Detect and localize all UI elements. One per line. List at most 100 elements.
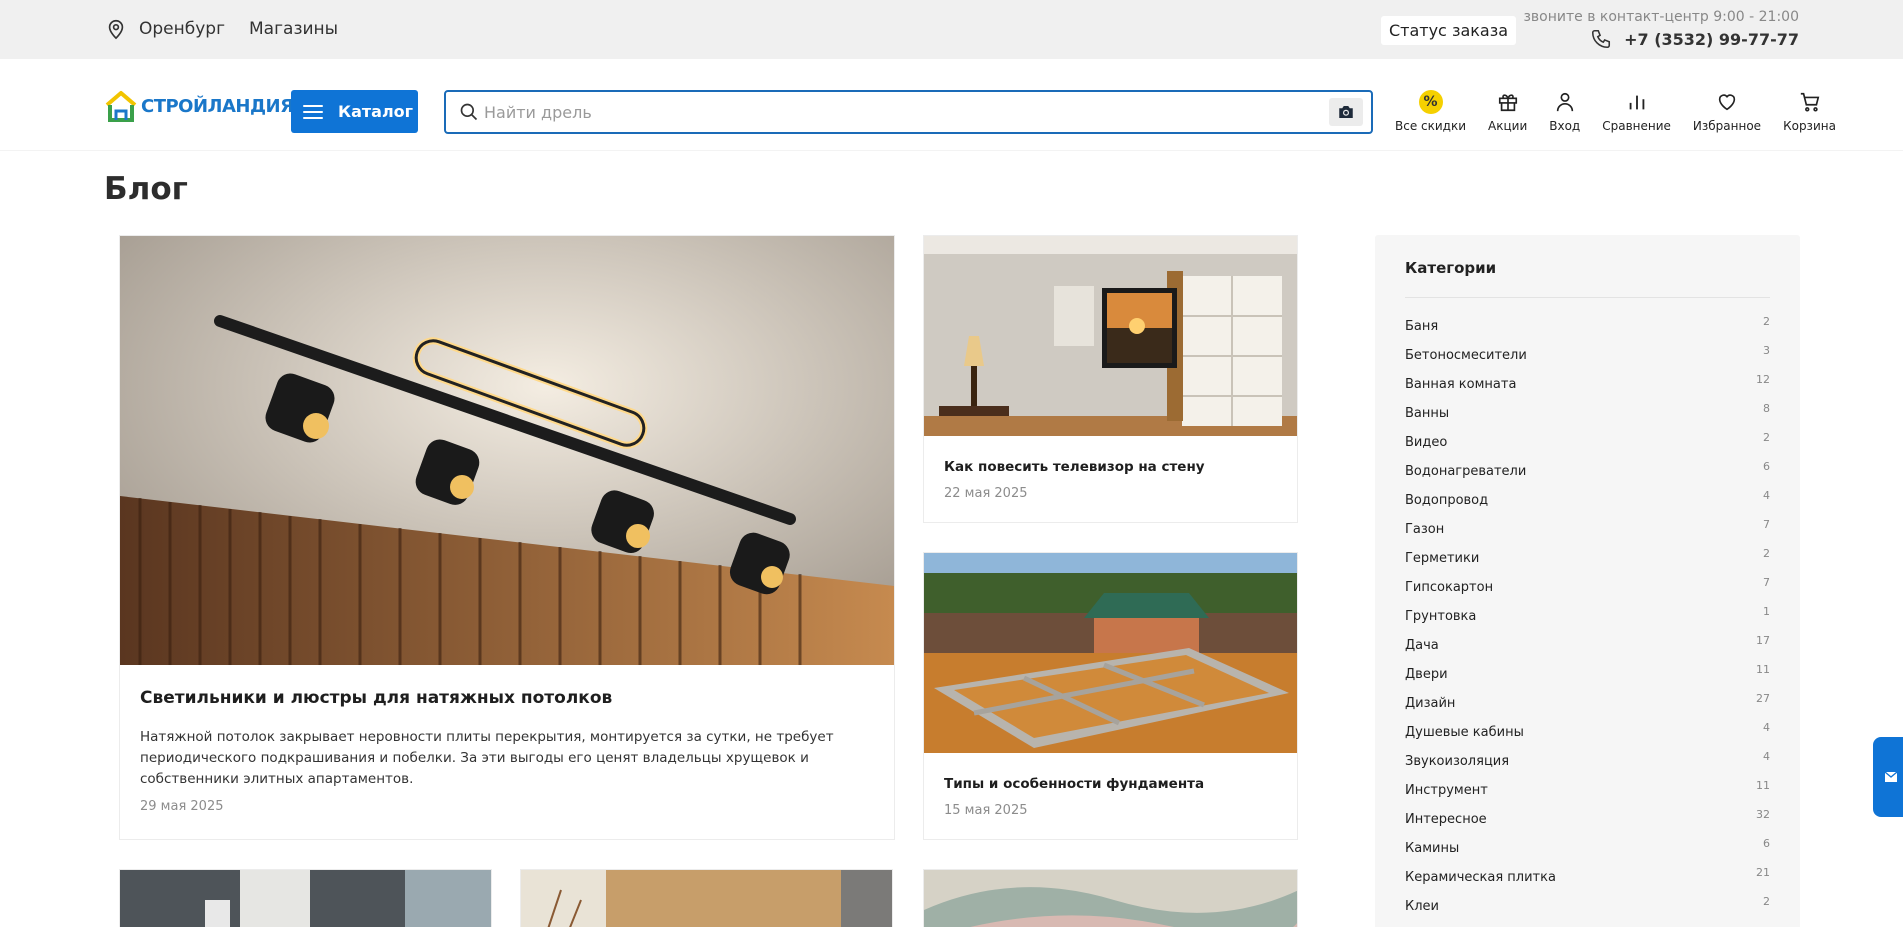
favorites-link[interactable]: Избранное: [1693, 89, 1761, 133]
login-link[interactable]: Вход: [1549, 89, 1580, 133]
category-count: 7: [1763, 518, 1770, 531]
compare-link[interactable]: Сравнение: [1602, 89, 1671, 133]
main-header: СТРОЙЛАНДИЯ Каталог % Все скидки Акции В…: [0, 59, 1903, 151]
post-image[interactable]: [120, 870, 491, 927]
compare-label: Сравнение: [1602, 119, 1671, 133]
post-title[interactable]: Типы и особенности фундамента: [944, 776, 1204, 792]
category-count: 12: [1756, 373, 1770, 386]
categories-sidebar: Категории Баня 2 Бетоносмесители 3 Ванная …: [1375, 235, 1800, 927]
logo-house-icon: [105, 91, 137, 122]
category-item[interactable]: Инструмент 11: [1405, 779, 1770, 812]
catalog-label: Каталог: [338, 102, 414, 121]
user-icon: [1556, 92, 1573, 112]
category-item[interactable]: Керамическая плитка 21: [1405, 866, 1770, 899]
category-item[interactable]: Душевые кабины 4: [1405, 721, 1770, 754]
category-list: Баня 2 Бетоносмесители 3 Ванная комната 12 …: [1405, 315, 1770, 927]
category-name: Ванны: [1405, 406, 1450, 421]
page-title: Блог: [104, 171, 188, 207]
category-name: Видео: [1405, 435, 1448, 450]
post-card[interactable]: [119, 869, 492, 927]
category-item[interactable]: Водопровод 4: [1405, 489, 1770, 522]
category-item[interactable]: Бетоносмесители 3: [1405, 344, 1770, 377]
category-item[interactable]: Ванная комната 12: [1405, 373, 1770, 406]
category-name: Гипсокартон: [1405, 580, 1494, 595]
contact-info: звоните в контакт-центр 9:00 - 21:00 +7 …: [1523, 9, 1799, 50]
category-name: Керамическая плитка: [1405, 870, 1556, 885]
category-item[interactable]: Водонагреватели 6: [1405, 460, 1770, 493]
category-count: 2: [1763, 431, 1770, 444]
logo[interactable]: СТРОЙЛАНДИЯ: [104, 89, 294, 123]
category-name: Герметики: [1405, 551, 1480, 566]
camera-icon: [1339, 106, 1353, 118]
category-item[interactable]: Интересное 32: [1405, 808, 1770, 841]
category-count: 11: [1756, 779, 1770, 792]
location-pin-icon: [108, 19, 124, 40]
category-item[interactable]: Ванны 8: [1405, 402, 1770, 435]
contact-hours: звоните в контакт-центр 9:00 - 21:00: [1523, 9, 1799, 25]
category-item[interactable]: Звукоизоляция 4: [1405, 750, 1770, 783]
category-name: Дизайн: [1405, 696, 1456, 711]
cart-label: Корзина: [1783, 119, 1836, 133]
compare-icon: [1629, 95, 1644, 110]
category-item[interactable]: Газон 7: [1405, 518, 1770, 551]
category-item[interactable]: Баня 2: [1405, 315, 1770, 348]
category-count: 4: [1763, 721, 1770, 734]
heart-icon: [1718, 94, 1736, 111]
category-item[interactable]: Гипсокартон 7: [1405, 576, 1770, 609]
category-item[interactable]: Грунтовка 1: [1405, 605, 1770, 638]
category-item[interactable]: Двери 11: [1405, 663, 1770, 696]
category-count: 3: [1763, 344, 1770, 357]
category-name: Двери: [1405, 667, 1448, 682]
order-status-button[interactable]: Статус заказа: [1381, 16, 1516, 45]
feedback-button[interactable]: [1873, 737, 1903, 817]
phone-icon: [1592, 29, 1611, 49]
category-item[interactable]: Камины 6: [1405, 837, 1770, 870]
category-name: Клеи: [1405, 899, 1439, 914]
category-count: 4: [1763, 489, 1770, 502]
discount-icon: %: [1418, 90, 1443, 114]
category-name: Водонагреватели: [1405, 464, 1527, 479]
mail-icon: [1885, 772, 1897, 782]
post-date: 15 мая 2025: [944, 803, 1028, 818]
category-name: Инструмент: [1405, 783, 1488, 798]
promotions-label: Акции: [1488, 119, 1528, 133]
category-item[interactable]: Дизайн 27: [1405, 692, 1770, 725]
category-item[interactable]: Клеи 2: [1405, 895, 1770, 927]
promotions-link[interactable]: Акции: [1488, 89, 1527, 133]
category-count: 1: [1763, 605, 1770, 618]
post-title[interactable]: Как повесить телевизор на стену: [944, 459, 1205, 475]
post-image[interactable]: [924, 553, 1297, 753]
all-discounts-label: Все скидки: [1395, 119, 1467, 133]
category-count: 2: [1763, 315, 1770, 328]
category-count: 7: [1763, 576, 1770, 589]
catalog-button[interactable]: Каталог: [291, 90, 418, 133]
category-item[interactable]: Герметики 2: [1405, 547, 1770, 580]
logo-text: СТРОЙЛАНДИЯ: [141, 95, 294, 117]
post-card[interactable]: [520, 869, 893, 927]
post-image[interactable]: [924, 236, 1297, 436]
post-image[interactable]: [521, 870, 892, 927]
post-card[interactable]: Типы и особенности фундамента 15 мая 202…: [923, 552, 1298, 840]
category-count: 8: [1763, 402, 1770, 415]
categories-title: Категории: [1405, 259, 1497, 277]
stores-link[interactable]: Магазины: [249, 19, 338, 39]
post-image[interactable]: [924, 870, 1297, 927]
featured-post-title[interactable]: Светильники и люстры для натяжных потолк…: [140, 688, 612, 708]
phone-number[interactable]: +7 (3532) 99-77-77: [1624, 30, 1799, 49]
city-selector[interactable]: Оренбург: [139, 19, 225, 39]
category-count: 2: [1763, 547, 1770, 560]
header-actions: % Все скидки Акции Вход Сравнение Избран…: [1395, 89, 1836, 133]
search-input[interactable]: [484, 98, 1304, 126]
favorites-label: Избранное: [1692, 119, 1762, 133]
divider: [1405, 297, 1770, 298]
all-discounts-link[interactable]: % Все скидки: [1395, 89, 1466, 133]
featured-post-image[interactable]: [120, 236, 894, 665]
category-count: 6: [1763, 460, 1770, 473]
category-item[interactable]: Видео 2: [1405, 431, 1770, 464]
post-card[interactable]: [923, 869, 1298, 927]
category-item[interactable]: Дача 17: [1405, 634, 1770, 667]
featured-post-card[interactable]: Светильники и люстры для натяжных потолк…: [119, 235, 895, 840]
post-card[interactable]: Как повесить телевизор на стену 22 мая 2…: [923, 235, 1298, 523]
photo-search-button[interactable]: [1329, 98, 1363, 126]
cart-link[interactable]: Корзина: [1783, 89, 1836, 133]
